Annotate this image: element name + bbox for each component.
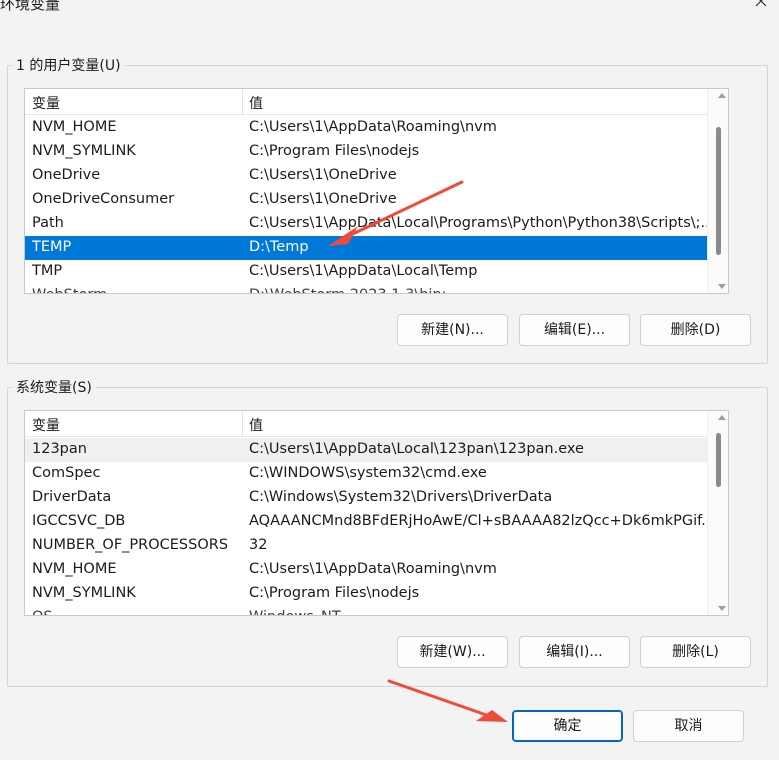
variable-value: C:\Program Files\nodejs (249, 143, 420, 159)
system-new-button[interactable]: 新建(W)... (397, 636, 508, 668)
column-divider[interactable] (242, 411, 243, 437)
table-row[interactable]: NVM_SYMLINK C:\Program Files\nodejs (25, 140, 715, 164)
user-list-scrollbar[interactable] (707, 89, 728, 293)
variable-value: 32 (249, 537, 268, 553)
variable-name: OneDrive (32, 167, 101, 183)
variable-value: C:\Users\1\AppData\Roaming\nvm (249, 119, 497, 135)
variable-name: DriverData (32, 489, 112, 505)
user-variables-list[interactable]: 变量 值 NVM_HOME C:\Users\1\AppData\Roaming\… (24, 88, 729, 294)
ok-button[interactable]: 确定 (512, 710, 623, 742)
variable-name: 123pan (32, 441, 87, 457)
table-row[interactable]: IGCCSVC_DB AQAAANCMnd8BFdERjHoAwE/Cl+sBAA… (25, 510, 715, 534)
column-header-variable[interactable]: 变量 (32, 93, 60, 113)
table-row[interactable]: NVM_SYMLINK C:\Program Files\nodejs (25, 582, 715, 606)
variable-name: OneDriveConsumer (32, 191, 175, 207)
user-delete-button[interactable]: 删除(D) (640, 314, 751, 346)
table-row[interactable]: TMP C:\Users\1\AppData\Local\Temp (25, 260, 715, 284)
close-icon[interactable] (751, 0, 771, 12)
table-row[interactable]: 123pan C:\Users\1\AppData\Local\123pan\12… (25, 438, 715, 462)
column-header-value[interactable]: 值 (249, 93, 263, 113)
table-row[interactable]: OneDrive C:\Users\1\OneDrive (25, 164, 715, 188)
table-row[interactable]: NVM_HOME C:\Users\1\AppData\Roaming\nvm (25, 558, 715, 582)
system-edit-button[interactable]: 编辑(I)... (519, 636, 630, 668)
variable-name: ComSpec (32, 465, 101, 481)
table-row[interactable]: NUMBER_OF_PROCESSORS 32 (25, 534, 715, 558)
variable-value: C:\Users\1\AppData\Roaming\nvm (249, 561, 497, 577)
user-variables-label: 1 的用户变量(U) (16, 58, 121, 74)
variable-name: NVM_SYMLINK (32, 143, 136, 159)
scroll-up-icon[interactable] (718, 93, 726, 98)
variable-value: C:\Users\1\OneDrive (249, 191, 397, 207)
cancel-button[interactable]: 取消 (633, 710, 744, 742)
table-row[interactable]: Path C:\Users\1\AppData\Local\Programs\Py… (25, 212, 715, 236)
scroll-down-icon[interactable] (718, 606, 726, 611)
variable-name: NVM_HOME (32, 561, 117, 577)
variable-name: IGCCSVC_DB (32, 513, 126, 529)
user-new-button[interactable]: 新建(N)... (397, 314, 508, 346)
table-row[interactable]: TEMP D:\Temp (25, 236, 715, 260)
column-divider[interactable] (242, 89, 243, 115)
variable-value: C:\Users\1\AppData\Local\Temp (249, 263, 478, 279)
column-header-value[interactable]: 值 (249, 415, 263, 435)
variable-value: AQAAANCMnd8BFdERjHoAwE/Cl+sBAAAA82lzQcc+… (249, 513, 715, 529)
variable-value: C:\Program Files\nodejs (249, 585, 420, 601)
scroll-up-icon[interactable] (718, 415, 726, 420)
scroll-down-icon[interactable] (718, 284, 726, 289)
variable-name: NVM_SYMLINK (32, 585, 136, 601)
variable-name: OS (32, 609, 237, 615)
list-header: 变量 值 (25, 89, 728, 115)
table-row[interactable]: WebStormD:\WebStorm 2023.1.3\bin; (25, 284, 715, 293)
variable-value: C:\Users\1\OneDrive (249, 167, 397, 183)
environment-variables-dialog: 环境变量 1 的用户变量(U) 变量 值 NVM_HOME C:\Users\1\… (0, 0, 779, 760)
variable-name: TEMP (32, 239, 72, 255)
system-delete-button[interactable]: 删除(L) (640, 636, 751, 668)
list-header: 变量 值 (25, 411, 728, 437)
variable-value: C:\Users\1\AppData\Local\123pan\123pan.e… (249, 441, 584, 457)
variable-value: C:\WINDOWS\system32\cmd.exe (249, 465, 487, 481)
variable-value: D:\Temp (249, 239, 309, 255)
table-row[interactable]: NVM_HOME C:\Users\1\AppData\Roaming\nvm (25, 116, 715, 140)
variable-value: C:\Users\1\AppData\Local\Programs\Python… (249, 215, 715, 231)
variable-name: NVM_HOME (32, 119, 117, 135)
scroll-thumb[interactable] (716, 127, 721, 255)
system-list-scrollbar[interactable] (707, 411, 728, 615)
table-row[interactable]: OneDriveConsumer C:\Users\1\OneDrive (25, 188, 715, 212)
system-variables-list[interactable]: 变量 值 123pan C:\Users\1\AppData\Local\123p… (24, 410, 729, 616)
variable-name: Path (32, 215, 64, 231)
variable-value: C:\Windows\System32\Drivers\DriverData (249, 489, 553, 505)
table-row[interactable]: ComSpec C:\WINDOWS\system32\cmd.exe (25, 462, 715, 486)
system-variables-label: 系统变量(S) (16, 380, 92, 396)
variable-value: D:\WebStorm 2023.1.3\bin; (249, 287, 728, 293)
table-row[interactable]: OSWindows_NT (25, 606, 715, 615)
variable-name: WebStorm (32, 287, 237, 293)
scroll-thumb[interactable] (716, 433, 721, 487)
column-header-variable[interactable]: 变量 (32, 415, 60, 435)
table-row[interactable]: DriverData C:\Windows\System32\Drivers\Dr… (25, 486, 715, 510)
dialog-title: 环境变量 (0, 0, 61, 13)
variable-name: NUMBER_OF_PROCESSORS (32, 537, 229, 553)
variable-name: TMP (32, 263, 63, 279)
variable-value: Windows_NT (249, 609, 728, 615)
title-bar: 环境变量 (0, 0, 779, 28)
user-edit-button[interactable]: 编辑(E)... (519, 314, 630, 346)
